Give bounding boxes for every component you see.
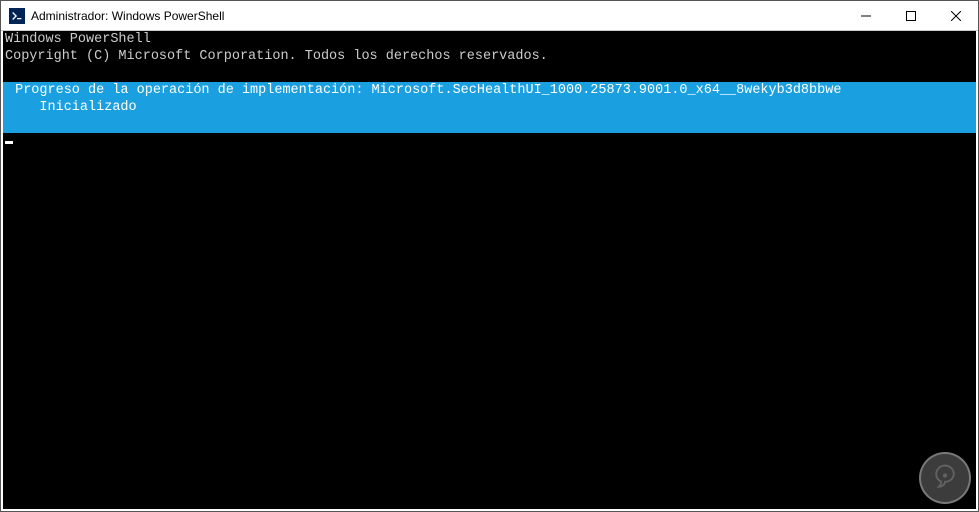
progress-blank [5, 116, 974, 133]
maximize-button[interactable] [888, 1, 933, 31]
progress-text: Progreso de la operación de implementaci… [5, 82, 974, 99]
window-title: Administrador: Windows PowerShell [31, 9, 843, 23]
powershell-icon [9, 8, 25, 24]
progress-status: Inicializado [5, 99, 974, 116]
minimize-button[interactable] [843, 1, 888, 31]
terminal-output: Windows PowerShell [3, 31, 976, 48]
close-button[interactable] [933, 1, 978, 31]
cursor [5, 141, 13, 144]
powershell-window: Administrador: Windows PowerShell Window… [0, 0, 979, 512]
window-controls [843, 1, 978, 31]
terminal-output: Copyright (C) Microsoft Corporation. Tod… [3, 48, 976, 65]
titlebar[interactable]: Administrador: Windows PowerShell [1, 1, 978, 31]
watermark-icon [919, 452, 971, 504]
progress-bar: Progreso de la operación de implementaci… [3, 82, 976, 133]
terminal-area[interactable]: Windows PowerShell Copyright (C) Microso… [1, 31, 978, 511]
cursor-line [3, 133, 976, 150]
